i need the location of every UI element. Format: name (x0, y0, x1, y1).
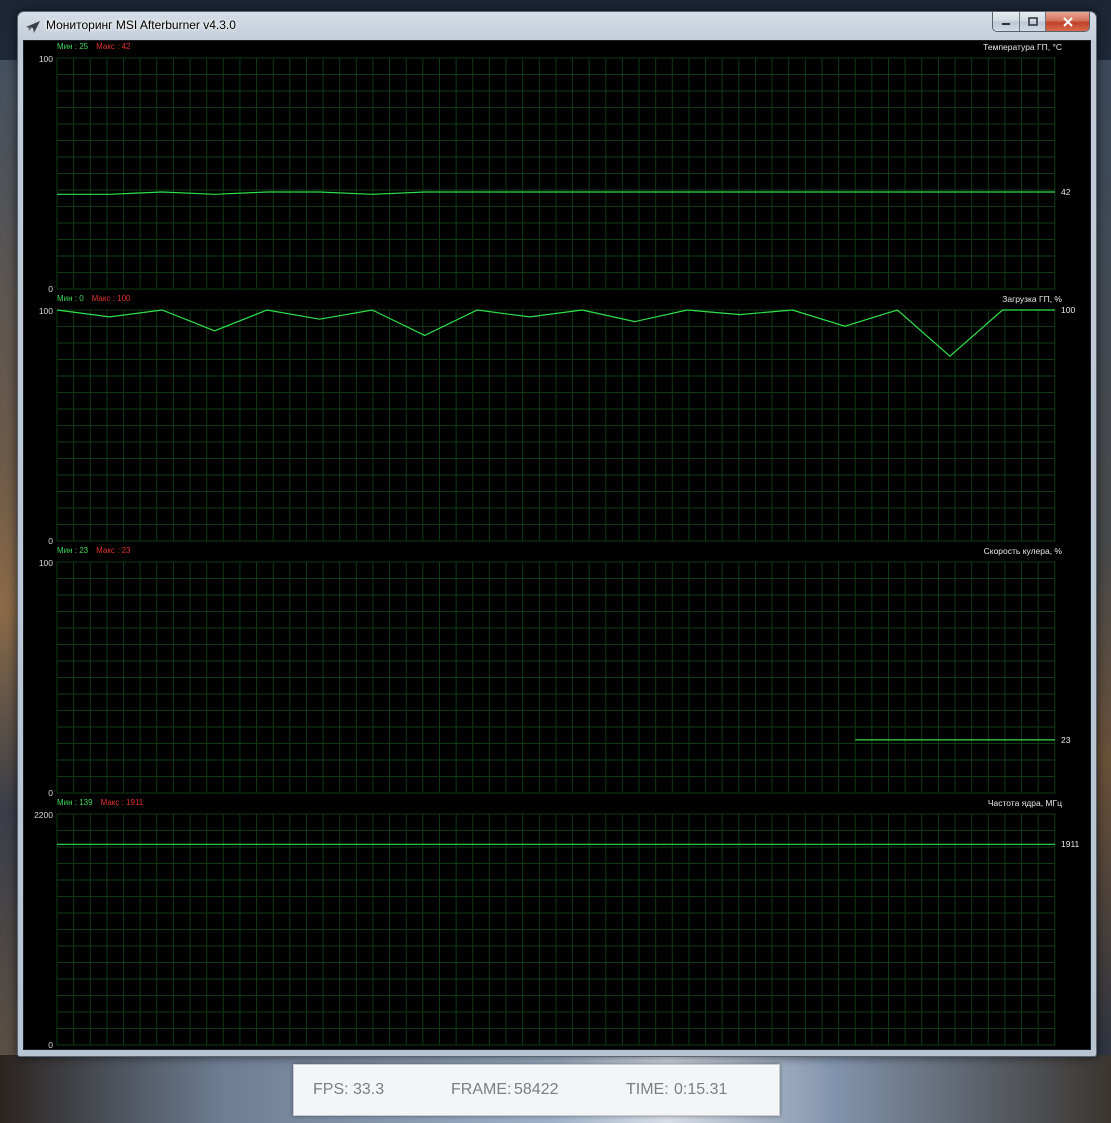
maximize-icon (1027, 17, 1038, 26)
min-max-labels: Мин : 23 Макс : 23 (57, 546, 130, 555)
min-label: Мин : 25 (57, 42, 89, 51)
y-max-label: 2200 (34, 810, 53, 820)
window-title: Мониторинг MSI Afterburner v4.3.0 (46, 18, 236, 32)
current-value-label: 42 (1061, 186, 1071, 197)
gpu-load-graph (56, 309, 1056, 542)
max-label: Макс : 42 (96, 42, 131, 51)
min-max-labels: Мин : 139 Макс : 1911 (57, 798, 143, 807)
afterburner-plane-icon (26, 21, 40, 33)
frame-value: 58422 (514, 1081, 559, 1098)
current-value-label: 1911 (1061, 839, 1080, 850)
min-label: Мин : 23 (57, 546, 89, 555)
fps-value: 33.3 (353, 1081, 385, 1098)
y-max-label: 100 (38, 558, 53, 568)
min-max-labels: Мин : 0 Макс : 100 (57, 294, 130, 303)
fps-overlay: FPS: 33.3 FRAME: 58422 TIME: 0:15.31 (293, 1064, 780, 1116)
graph-title: Температура ГП, °C (983, 42, 1062, 52)
maximize-button[interactable] (1020, 12, 1046, 31)
close-button[interactable] (1046, 12, 1089, 31)
gpu-temperature-graph (56, 57, 1056, 290)
min-label: Мин : 139 (57, 798, 93, 807)
current-value-label: 100 (1061, 305, 1076, 315)
current-value-label: 23 (1061, 734, 1071, 745)
fan-speed-graph (56, 561, 1056, 794)
y-max-label: 100 (38, 306, 53, 316)
core-clock-graph (56, 813, 1056, 1046)
time-label: TIME: (626, 1081, 669, 1098)
graph-area[interactable]: Мин : 25 Макс : 42 Температура ГП, °C 100… (23, 40, 1091, 1050)
close-icon (1062, 16, 1073, 27)
max-label: Макс : 1911 (100, 798, 144, 807)
frame-label: FRAME: (451, 1081, 512, 1098)
graph-panel-gpu-load[interactable]: Мин : 0 Макс : 100 Загрузка ГП, % 100 0 1… (24, 293, 1090, 546)
minimize-button[interactable] (993, 12, 1020, 31)
minimize-icon (1002, 22, 1010, 25)
graph-panel-gpu-temperature[interactable]: Мин : 25 Макс : 42 Температура ГП, °C 100… (24, 41, 1090, 294)
graph-title: Загрузка ГП, % (1002, 294, 1062, 304)
graph-title: Частота ядра, МГц (987, 798, 1062, 808)
window-controls (992, 12, 1090, 32)
y-min-label: 0 (48, 1040, 53, 1050)
graph-panel-fan-speed[interactable]: Мин : 23 Макс : 23 Скорость кулера, % 100… (24, 545, 1090, 798)
min-max-labels: Мин : 25 Макс : 42 (57, 42, 130, 51)
monitoring-window: Мониторинг MSI Afterburner v4.3.0 Мин : … (17, 11, 1097, 1057)
max-label: Макс : 23 (96, 546, 131, 555)
fps-label: FPS: (313, 1081, 349, 1098)
y-max-label: 100 (38, 54, 53, 64)
graph-title: Скорость кулера, % (983, 546, 1062, 556)
graph-panel-core-clock[interactable]: Мин : 139 Макс : 1911 Частота ядра, МГц 2… (24, 797, 1090, 1050)
title-bar[interactable]: Мониторинг MSI Afterburner v4.3.0 (18, 12, 1096, 40)
max-label: Макс : 100 (91, 294, 131, 303)
min-label: Мин : 0 (57, 294, 84, 303)
time-value: 0:15.31 (674, 1081, 728, 1098)
